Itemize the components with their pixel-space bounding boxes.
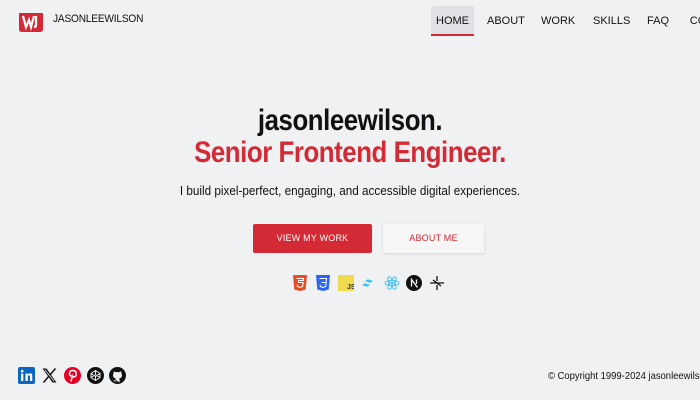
- html5-icon: [293, 275, 307, 291]
- react-icon: [384, 276, 400, 290]
- svg-text:JS: JS: [347, 284, 354, 291]
- view-my-work-button[interactable]: VIEW MY WORK: [253, 224, 372, 253]
- nav-item-about[interactable]: ABOUT: [487, 6, 525, 36]
- nav-item-skills[interactable]: SKILLS: [593, 6, 630, 36]
- nav-item-contact[interactable]: CO: [688, 6, 700, 36]
- copyright-text: © Copyright 1999-2024 jasonleewilson: [548, 370, 700, 382]
- hero-name: jasonleewilson.: [257, 104, 443, 137]
- nextjs-icon: [406, 275, 422, 291]
- css3-icon: [316, 275, 330, 291]
- x-icon[interactable]: [41, 367, 58, 384]
- tailwind-icon: [362, 279, 373, 287]
- about-me-button[interactable]: ABOUT ME: [383, 224, 484, 253]
- hero-title: Senior Frontend Engineer.: [194, 136, 506, 169]
- pinterest-icon[interactable]: [64, 367, 81, 384]
- codepen-icon[interactable]: [87, 367, 104, 384]
- site-header: JASONLEEWILSON HOME ABOUT WORK SKILLS FA…: [0, 0, 700, 44]
- nav-item-work[interactable]: WORK: [541, 6, 575, 36]
- javascript-icon: JS: [338, 275, 354, 291]
- brand-name[interactable]: JASONLEEWILSON: [53, 13, 143, 25]
- nav-item-faq[interactable]: FAQ: [647, 6, 669, 36]
- nav-item-home[interactable]: HOME: [431, 6, 474, 36]
- linkedin-icon[interactable]: [18, 367, 35, 384]
- sanity-icon: [430, 276, 444, 290]
- github-icon[interactable]: [109, 367, 126, 384]
- hero-tagline: I build pixel-perfect, engaging, and acc…: [179, 183, 521, 198]
- jw-logo-icon[interactable]: [19, 10, 43, 32]
